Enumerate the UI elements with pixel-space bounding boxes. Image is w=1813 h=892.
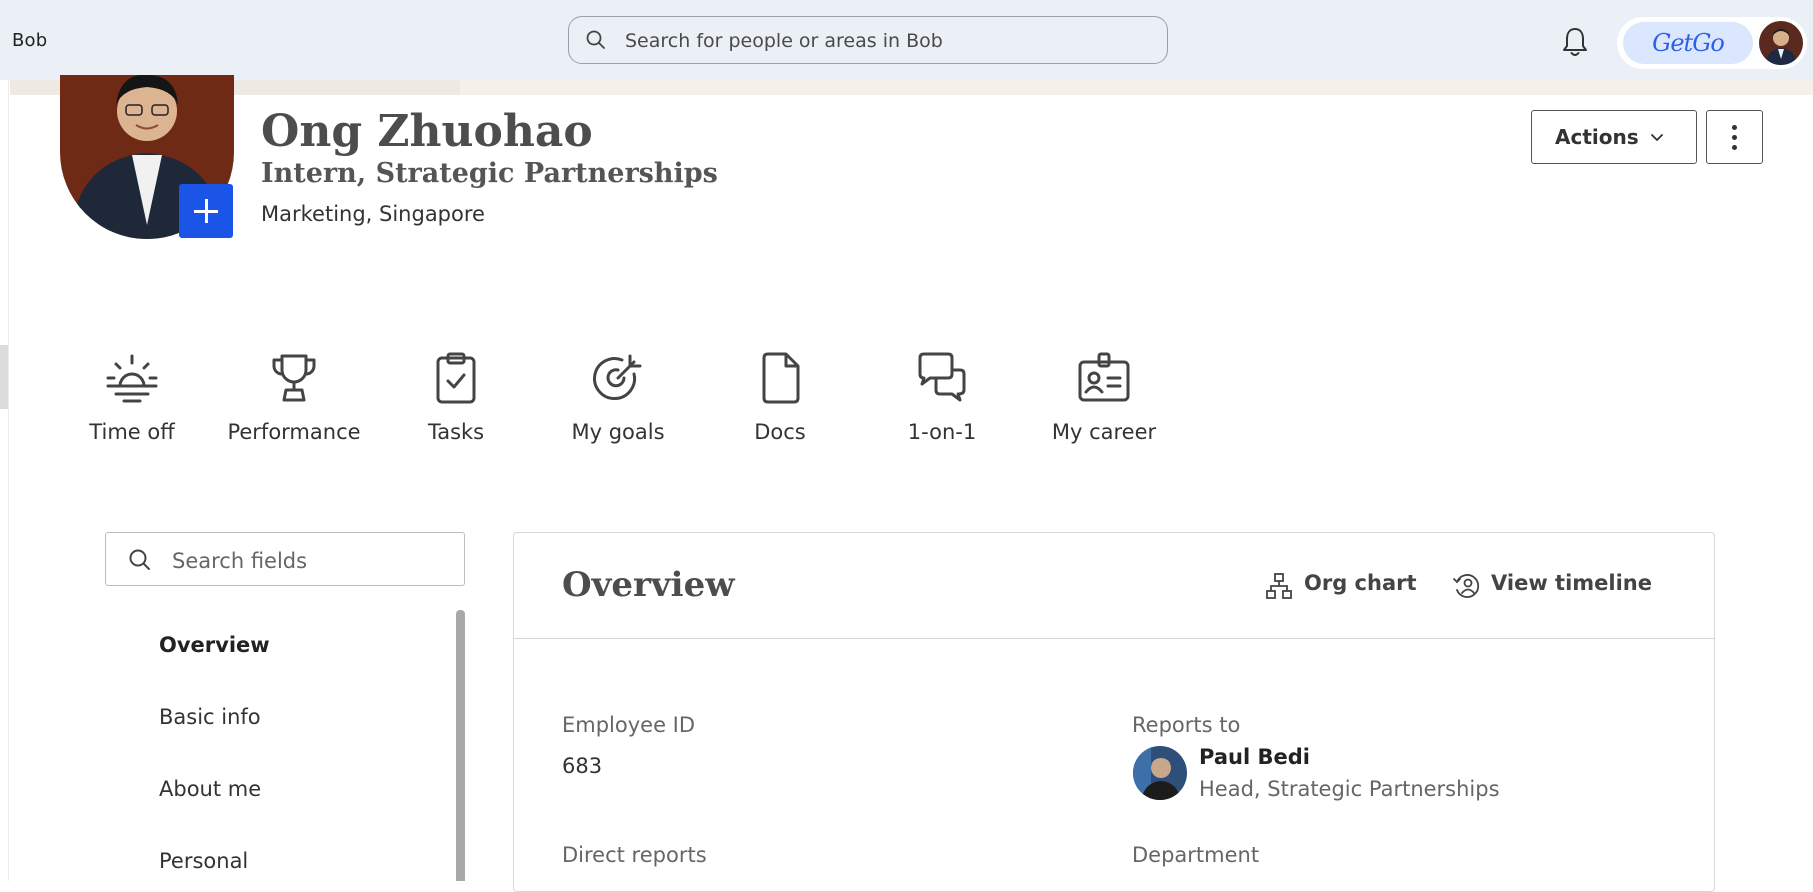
shortcut-time-off[interactable]: Time off [52,350,212,444]
shortcut-label: Performance [227,420,361,444]
shortcut-1-on-1[interactable]: 1-on-1 [862,350,1022,444]
shortcut-docs[interactable]: Docs [700,350,860,444]
org-chart-icon [1266,573,1292,599]
sunrise-icon [106,354,158,403]
shortcut-label: My career [1051,420,1157,444]
manager-avatar[interactable] [1133,746,1187,800]
overview-title: Overview [562,565,735,605]
actions-dropdown-button[interactable]: Actions [1531,110,1697,164]
target-icon [593,354,642,401]
employee-id-label: Employee ID [562,713,696,737]
shortcut-label: 1-on-1 [907,420,977,444]
more-options-button[interactable] [1706,110,1763,164]
search-icon [129,549,150,570]
user-avatar[interactable] [1759,21,1803,65]
overview-card: Overview Org chart View timeline Employe… [513,532,1715,892]
manager-name[interactable]: Paul Bedi [1199,745,1310,769]
employee-name: Ong Zhuohao [261,106,593,157]
timeline-person-icon [1453,574,1480,598]
bob-logo[interactable]: Bob [12,30,47,51]
department-label: Department [1132,843,1260,867]
employee-id-value: 683 [562,754,603,778]
manager-title: Head, Strategic Partnerships [1199,777,1500,801]
clipboard-check-icon [436,352,476,404]
shortcut-label: Tasks [427,420,485,444]
employee-department-location: Marketing, Singapore [261,202,485,226]
cover-banner [10,80,1813,95]
shortcut-my-career[interactable]: My career [1024,350,1184,444]
org-chart-link[interactable]: Org chart [1266,571,1417,599]
kebab-dot [1732,145,1737,150]
shortcut-tasks[interactable]: Tasks [376,350,536,444]
view-timeline-label: View timeline [1491,571,1652,595]
shortcut-label: Time off [89,420,175,444]
sidenav-item-overview[interactable]: Overview [159,633,270,657]
document-icon [762,352,800,404]
kebab-dot [1732,135,1737,140]
employee-job-title: Intern, Strategic Partnerships [261,158,718,189]
global-search-box[interactable] [568,16,1168,64]
trophy-icon [272,354,316,402]
page-edge-divider [8,80,9,881]
sidenav-scrollbar[interactable] [456,610,465,881]
sidenav-item-basic-info[interactable]: Basic info [159,705,261,729]
card-header-divider [514,638,1714,639]
field-search-input[interactable] [170,545,454,577]
search-icon [586,30,605,49]
direct-reports-label: Direct reports [562,843,707,867]
sidenav-item-about-me[interactable]: About me [159,777,261,801]
add-photo-button[interactable] [179,184,233,238]
chat-bubbles-icon [918,352,966,402]
notifications-bell-icon[interactable] [1560,26,1590,58]
sidenav-item-personal[interactable]: Personal [159,849,248,873]
company-logo: GetGo [1623,22,1753,64]
reports-to-label: Reports to [1132,713,1241,737]
shortcut-label: Docs [754,420,806,444]
id-badge-icon [1078,352,1130,402]
shortcut-label: My goals [571,420,665,444]
shortcut-my-goals[interactable]: My goals [538,350,698,444]
side-panel-handle[interactable] [0,345,8,409]
global-search-input[interactable] [623,25,1147,57]
view-timeline-link[interactable]: View timeline [1453,571,1652,598]
chevron-down-icon [1651,134,1663,141]
account-menu[interactable]: GetGo [1617,17,1807,69]
field-search-box[interactable] [105,532,465,586]
shortcut-performance[interactable]: Performance [214,350,374,444]
actions-label: Actions [1555,125,1639,149]
kebab-menu-icon [1732,125,1737,130]
top-bar: Bob GetGo [0,0,1813,80]
